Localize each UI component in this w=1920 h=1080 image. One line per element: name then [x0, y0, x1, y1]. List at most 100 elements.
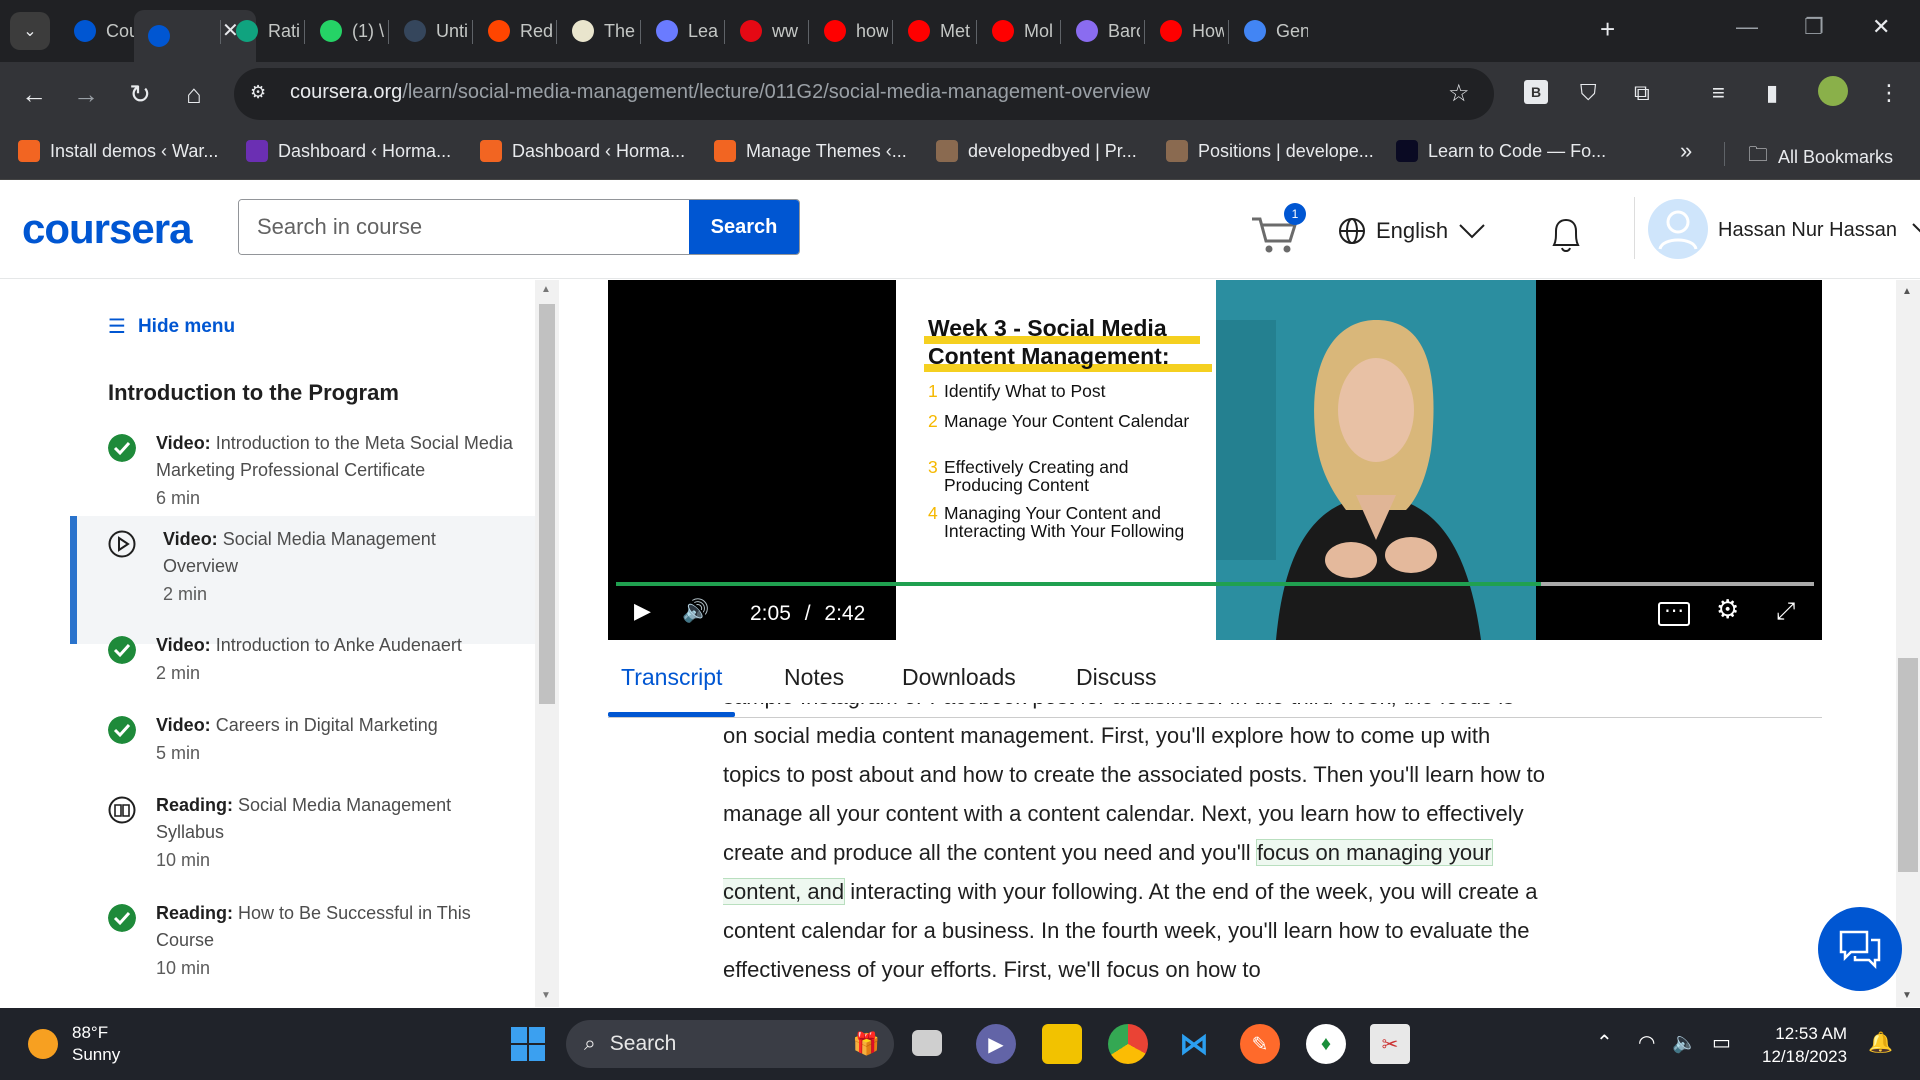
restore-icon[interactable]: ❐ [1804, 14, 1824, 40]
omnibox[interactable]: ⚙ coursera.org/learn/social-media-manage… [234, 68, 1494, 120]
side-panel-icon[interactable]: ▮ [1766, 80, 1778, 106]
page-scroll-down-icon[interactable]: ▼ [1902, 990, 1912, 1001]
browser-tab[interactable]: (1) \ [306, 10, 384, 52]
tab-discuss[interactable]: Discuss [1076, 664, 1157, 691]
task-view-icon[interactable] [912, 1030, 942, 1056]
home-icon[interactable]: ⌂ [176, 76, 212, 112]
extensions-puzzle-icon[interactable]: ⧉ [1634, 80, 1650, 106]
browser-tab[interactable]: Cou [60, 10, 138, 52]
battery-icon[interactable]: ▭ [1712, 1030, 1731, 1055]
sidebar-scrollbar[interactable]: ▲ ▼ [535, 280, 559, 1007]
video-progress-bar[interactable] [616, 582, 1814, 586]
taskbar-search[interactable]: ⌕ Search 🎁 [566, 1020, 894, 1068]
browser-tab[interactable]: Barc [1062, 10, 1140, 52]
vscode-icon[interactable]: ⋈ [1174, 1024, 1214, 1064]
more-bookmarks-icon[interactable]: » [1680, 138, 1692, 164]
tray-overflow-icon[interactable]: ⌃ [1596, 1030, 1613, 1055]
scroll-down-icon[interactable]: ▼ [541, 990, 551, 1001]
bookmark-item[interactable]: Dashboard ‹ Horma... [246, 140, 451, 162]
snipping-tool-icon[interactable]: ✂ [1370, 1024, 1410, 1064]
cart-button[interactable]: 1 [1250, 203, 1306, 255]
weather-widget[interactable]: 88°F Sunny [28, 1022, 120, 1066]
sidebar-item[interactable]: Reading: How to Be Successful in This Co… [70, 900, 535, 988]
bookmark-star-icon[interactable]: ☆ [1448, 79, 1470, 108]
chat-assistant-button[interactable] [1818, 907, 1902, 991]
user-avatar[interactable] [1648, 199, 1708, 259]
coursera-logo[interactable]: coursera [22, 205, 192, 253]
sidebar-item[interactable]: Video: Social Media Management Overview 2… [70, 516, 535, 644]
browser-tab[interactable]: Mol [978, 10, 1056, 52]
sidebar-item[interactable]: Video: Careers in Digital Marketing 5 min [70, 712, 535, 776]
search-input[interactable] [239, 200, 689, 254]
course-search: Search [238, 199, 800, 255]
wifi-icon[interactable]: ◠ [1638, 1030, 1655, 1055]
all-bookmarks-button[interactable]: 🗀 All Bookmarks [1748, 140, 1893, 174]
transcript-cut-line[interactable]: sample Instagram or Facebook post for a … [723, 703, 1553, 716]
close-tab-icon[interactable]: ✕ [222, 18, 239, 43]
page-scrollbar[interactable]: ▲ ▼ [1896, 280, 1920, 1007]
windows-start-icon[interactable] [508, 1024, 548, 1064]
captions-icon[interactable]: ⋯ [1658, 601, 1690, 626]
play-icon[interactable]: ▶ [634, 598, 651, 624]
postman-icon[interactable]: ✎ [1240, 1024, 1280, 1064]
settings-gear-icon[interactable]: ⚙ [1716, 594, 1739, 625]
browser-tab[interactable]: how [810, 10, 888, 52]
notifications-button[interactable] [1548, 215, 1584, 260]
bookmark-item[interactable]: Dashboard ‹ Horma... [480, 140, 685, 162]
bookmark-item[interactable]: Positions | develope... [1166, 140, 1374, 162]
sidebar-item[interactable]: Video: Introduction to the Meta Social M… [70, 430, 535, 518]
page-scroll-thumb[interactable] [1898, 658, 1918, 872]
browser-tab[interactable]: Met [894, 10, 972, 52]
browser-tab[interactable]: Unti [390, 10, 468, 52]
sidebar-item-title: Video: Introduction to the Meta Social M… [156, 430, 515, 484]
shield-extension-icon[interactable]: ⛉ [1580, 80, 1597, 106]
browser-tab[interactable]: How [1146, 10, 1224, 52]
colorful-circle-icon [656, 20, 678, 42]
bookmark-item[interactable]: Learn to Code — Fo... [1396, 140, 1606, 162]
chrome-icon[interactable] [1108, 1024, 1148, 1064]
sidebar-scroll-thumb[interactable] [539, 304, 555, 704]
mongodb-icon[interactable]: ♦ [1306, 1024, 1346, 1064]
minimize-icon[interactable]: — [1736, 14, 1758, 40]
forward-icon[interactable]: → [68, 76, 104, 112]
teams-icon[interactable]: ▶ [976, 1024, 1016, 1064]
bookmark-item[interactable]: Install demos ‹ War... [18, 140, 218, 162]
hide-menu-button[interactable]: ☰ Hide menu [108, 314, 235, 339]
new-tab-button[interactable]: + [1600, 14, 1615, 45]
file-explorer-icon[interactable] [1042, 1024, 1082, 1064]
site-info-icon[interactable]: ⚙ [250, 82, 266, 103]
video-player[interactable]: Week 3 - Social Media Content Management… [608, 280, 1822, 640]
profile-avatar[interactable] [1818, 76, 1848, 106]
browser-tab[interactable]: ww [726, 10, 804, 52]
fullscreen-icon[interactable]: ⤢ [1776, 598, 1795, 626]
language-selector[interactable]: English [1338, 217, 1486, 245]
tab-transcript[interactable]: Transcript [621, 664, 722, 691]
browser-tab[interactable]: The [558, 10, 636, 52]
extension-b-icon[interactable]: B [1524, 80, 1548, 104]
browser-tab[interactable]: Red [474, 10, 552, 52]
reload-icon[interactable]: ↻ [122, 76, 158, 112]
notification-bell-icon[interactable]: 🔔 [1868, 1030, 1893, 1055]
bookmark-item[interactable]: developedbyed | Pr... [936, 140, 1137, 162]
user-menu[interactable]: Hassan Nur Hassan [1718, 219, 1920, 242]
system-clock[interactable]: 12:53 AM 12/18/2023 [1762, 1022, 1847, 1068]
back-icon[interactable]: ← [16, 76, 52, 112]
transcript-phrase-after[interactable]: interacting with your following. At the … [723, 879, 1538, 982]
sidebar-item[interactable]: Reading: Social Media Management Syllabu… [70, 792, 535, 880]
tab-search-dropdown[interactable]: ⌄ [10, 12, 50, 50]
window-close-icon[interactable]: ✕ [1872, 14, 1890, 40]
tab-downloads[interactable]: Downloads [902, 664, 1016, 691]
scroll-up-icon[interactable]: ▲ [541, 284, 551, 295]
bookmark-item[interactable]: Manage Themes ‹... [714, 140, 907, 162]
browser-tab[interactable]: Lea [642, 10, 720, 52]
browser-menu-icon[interactable]: ⋮ [1878, 80, 1900, 106]
volume-icon[interactable]: 🔊 [682, 598, 709, 624]
media-control-icon[interactable]: ≡ [1712, 80, 1725, 106]
search-button[interactable]: Search [689, 200, 799, 254]
tab-notes[interactable]: Notes [784, 664, 844, 691]
sidebar-item[interactable]: Video: Introduction to Anke Audenaert 2 m… [70, 632, 535, 696]
page-scroll-up-icon[interactable]: ▲ [1902, 286, 1912, 297]
url-text[interactable]: coursera.org/learn/social-media-manageme… [290, 81, 1150, 104]
browser-tab[interactable]: Gen [1230, 10, 1308, 52]
speaker-icon[interactable]: 🔈 [1672, 1030, 1697, 1055]
